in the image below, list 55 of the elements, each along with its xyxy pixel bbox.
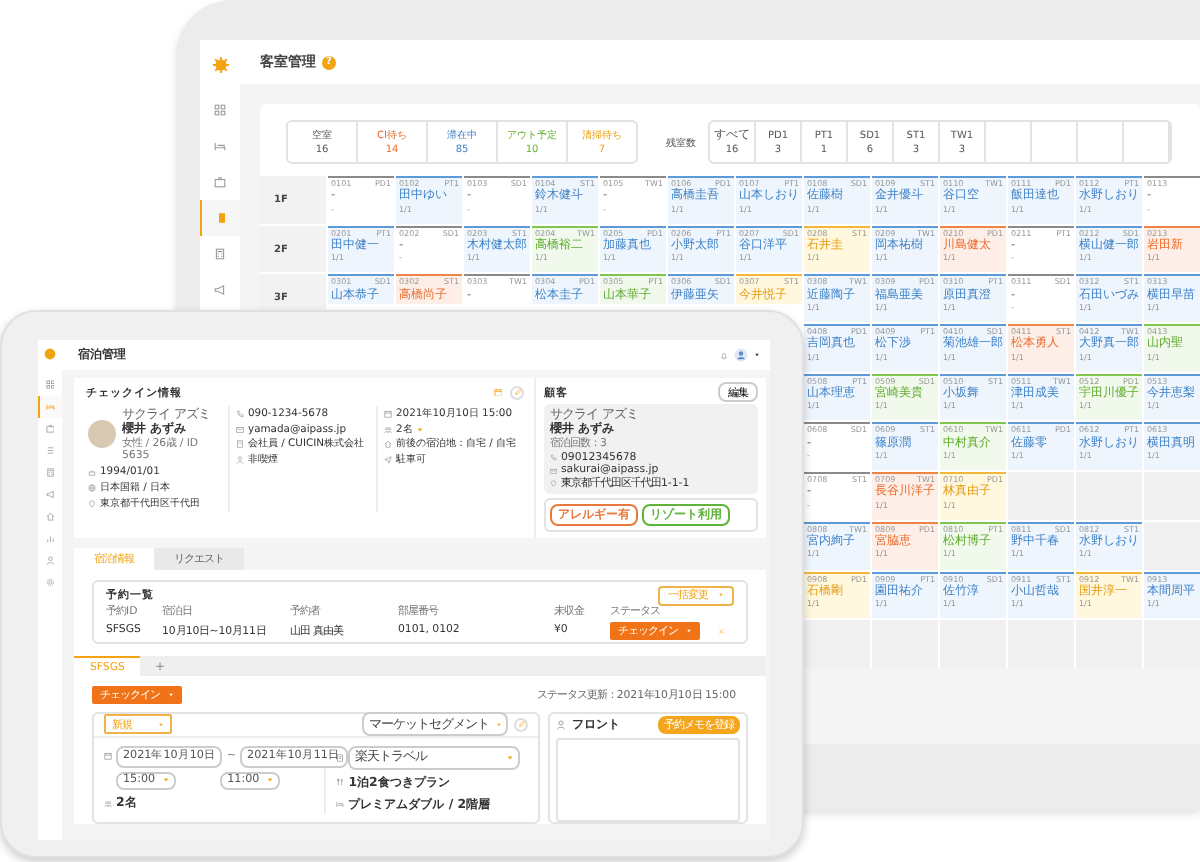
megaphone-icon — [214, 284, 226, 296]
close-icon — [718, 627, 725, 635]
edit-button[interactable] — [510, 385, 524, 399]
caret-icon — [505, 753, 514, 762]
photo-placeholder — [88, 420, 116, 449]
house-icon — [45, 512, 55, 522]
person-icon — [556, 719, 566, 730]
fork-knife-icon — [336, 778, 345, 787]
sidebar-item[interactable] — [200, 200, 240, 236]
people-icon — [384, 425, 392, 434]
location-pin-icon — [88, 499, 96, 508]
door-icon — [215, 212, 227, 224]
person-icon — [45, 556, 55, 566]
suitcase-icon — [45, 424, 55, 434]
document-icon — [336, 753, 345, 762]
caret-icon — [265, 776, 274, 785]
bell-icon — [720, 351, 728, 359]
grid-icon — [45, 380, 55, 390]
caret-icon[interactable] — [416, 426, 425, 435]
calendar-icon — [384, 410, 392, 418]
caret-icon — [161, 776, 170, 785]
logo-icon — [44, 348, 56, 360]
location-pin-icon — [550, 480, 557, 488]
building-icon — [236, 440, 244, 449]
paper-plane-icon — [384, 455, 392, 464]
pencil-icon — [517, 720, 525, 729]
bar-chart-icon — [45, 534, 55, 544]
bed-icon — [336, 800, 345, 809]
phone-icon — [236, 410, 244, 418]
calendar-icon — [493, 387, 502, 397]
caret-icon — [754, 352, 760, 358]
list-icon — [45, 446, 55, 456]
phone-icon — [550, 454, 557, 462]
calculator-icon — [45, 468, 55, 478]
envelope-icon — [550, 467, 557, 475]
megaphone-icon — [45, 490, 55, 500]
settings-icon — [45, 578, 55, 588]
edit-button[interactable] — [514, 717, 528, 732]
sidebar-item[interactable] — [38, 396, 62, 418]
calculator-icon — [214, 248, 226, 260]
house-icon — [384, 440, 392, 449]
people-icon — [104, 799, 112, 808]
sun-logo-icon — [211, 56, 229, 74]
bed-icon — [214, 140, 226, 152]
suitcase-icon — [214, 176, 226, 188]
grid-icon — [214, 104, 226, 116]
person-icon — [236, 455, 244, 464]
envelope-icon — [236, 425, 244, 434]
pencil-icon — [513, 388, 521, 396]
bed-icon — [46, 402, 56, 412]
memo-field[interactable] — [556, 737, 740, 822]
cake-icon — [88, 468, 96, 477]
avatar-icon[interactable] — [734, 348, 748, 362]
calendar-icon — [104, 752, 112, 761]
globe-icon — [88, 483, 96, 492]
